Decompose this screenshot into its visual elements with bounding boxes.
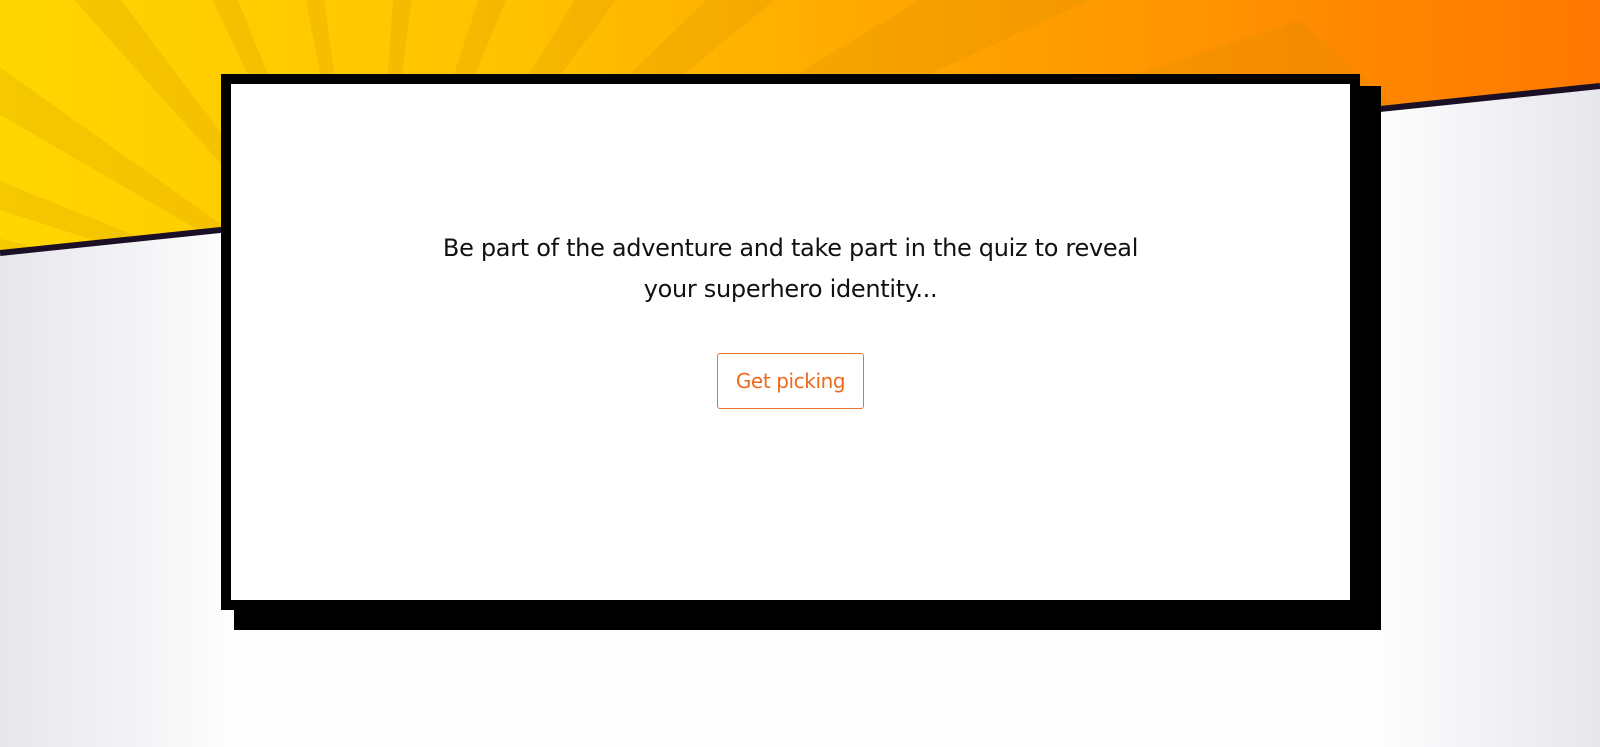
quiz-card: Be part of the adventure and take part i… bbox=[221, 74, 1360, 610]
quiz-card-content: Be part of the adventure and take part i… bbox=[431, 228, 1151, 409]
quiz-intro-text: Be part of the adventure and take part i… bbox=[442, 233, 1139, 303]
get-picking-button[interactable]: Get picking bbox=[716, 352, 865, 409]
